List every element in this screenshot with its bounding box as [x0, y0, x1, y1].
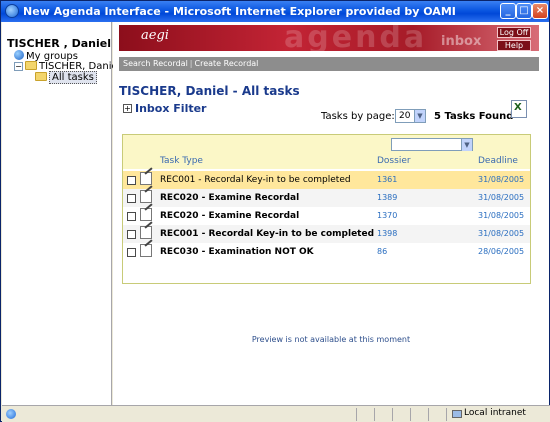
deadline: 28/06/2005: [478, 247, 525, 256]
status-divider: [410, 408, 411, 421]
inbox-filter-label[interactable]: Inbox Filter: [135, 102, 206, 115]
table-row[interactable]: REC001 - Recordal Key-in to be completed…: [123, 171, 530, 189]
task-type[interactable]: REC030 - Examination NOT OK: [160, 243, 314, 261]
edit-task-icon[interactable]: [140, 226, 152, 239]
brand-logo: aegi: [141, 28, 169, 43]
window-title: New Agenda Interface - Microsoft Interne…: [23, 5, 456, 18]
logoff-button[interactable]: Log Off: [497, 27, 531, 38]
page-status-icon: [6, 409, 16, 419]
page-title: TISCHER, Daniel - All tasks: [119, 84, 300, 98]
task-type[interactable]: REC020 - Examine Recordal: [160, 189, 299, 207]
tree-item-all-tasks[interactable]: All tasks: [35, 71, 97, 84]
collapse-icon[interactable]: −: [14, 62, 23, 71]
navigation-pane: TISCHER , Daniel My groups − TISCHER, Dan…: [2, 22, 120, 405]
dossier-link[interactable]: 86: [377, 243, 387, 261]
main-content: aegi agenda inbox Log Off Help Search Re…: [113, 22, 549, 405]
task-table: ▼ Task Type Dossier Deadline REC001 - Re…: [122, 134, 531, 284]
row-checkbox[interactable]: [127, 230, 136, 239]
column-header-dossier[interactable]: Dossier: [377, 153, 411, 169]
edit-task-icon[interactable]: [140, 244, 152, 257]
dossier-filter-select[interactable]: ▼: [391, 138, 473, 151]
user-name: TISCHER , Daniel: [7, 37, 112, 50]
preview-message: Preview is not available at this moment: [251, 335, 411, 344]
status-divider: [428, 408, 429, 421]
header-banner: aegi agenda inbox Log Off Help: [119, 25, 539, 51]
browser-window: New Agenda Interface - Microsoft Interne…: [0, 0, 550, 422]
deadline: 31/08/2005: [478, 193, 525, 202]
dossier-link[interactable]: 1398: [377, 225, 397, 243]
minimize-button[interactable]: _: [500, 3, 516, 19]
menu-bar: Search Recordal | Create Recordal: [119, 57, 539, 71]
deadline: 31/08/2005: [478, 211, 525, 220]
banner-inbox: inbox: [441, 34, 482, 49]
status-divider: [374, 408, 375, 421]
task-type[interactable]: REC001 - Recordal Key-in to be completed: [160, 171, 351, 189]
title-bar: New Agenda Interface - Microsoft Interne…: [1, 1, 549, 22]
status-divider: [356, 408, 357, 421]
table-row[interactable]: REC020 - Examine Recordal 1389 31/08/200…: [123, 189, 530, 207]
task-type[interactable]: REC001 - Recordal Key-in to be completed: [160, 225, 374, 243]
folder-open-icon: [35, 72, 47, 81]
tasks-per-page-value: 20: [399, 111, 411, 121]
table-header: Task Type Dossier Deadline: [123, 153, 530, 169]
table-filter-row: ▼: [123, 135, 530, 153]
row-checkbox[interactable]: [127, 212, 136, 221]
edit-task-icon[interactable]: [140, 190, 152, 203]
internet-explorer-icon: [5, 4, 19, 18]
folder-icon: [25, 61, 37, 70]
tasks-per-page-select[interactable]: 20 ▼: [395, 109, 426, 123]
column-header-deadline[interactable]: Deadline: [478, 153, 518, 169]
dossier-link[interactable]: 1389: [377, 189, 397, 207]
expand-filter-icon[interactable]: +: [123, 104, 132, 113]
tasks-by-page-label: Tasks by page:: [321, 111, 395, 122]
maximize-button[interactable]: □: [516, 3, 532, 19]
status-divider: [446, 408, 447, 421]
close-button[interactable]: ×: [532, 3, 548, 19]
intranet-zone-icon: [452, 410, 462, 418]
menu-item-create-recordal[interactable]: Create Recordal: [195, 59, 259, 68]
help-button[interactable]: Help: [497, 40, 531, 51]
chevron-down-icon[interactable]: ▼: [414, 110, 425, 122]
tree-item-label: All tasks: [49, 71, 97, 84]
dossier-link[interactable]: 1370: [377, 207, 397, 225]
excel-export-icon[interactable]: [511, 100, 527, 118]
deadline: 31/08/2005: [478, 229, 525, 238]
status-bar: Local intranet: [2, 405, 550, 422]
task-type[interactable]: REC020 - Examine Recordal: [160, 207, 299, 225]
menu-item-search-recordal[interactable]: Search Recordal: [123, 59, 188, 68]
row-checkbox[interactable]: [127, 176, 136, 185]
edit-task-icon[interactable]: [140, 208, 152, 221]
dossier-link[interactable]: 1361: [377, 171, 397, 189]
table-row[interactable]: REC001 - Recordal Key-in to be completed…: [123, 225, 530, 243]
status-divider: [392, 408, 393, 421]
chevron-down-icon[interactable]: ▼: [461, 139, 472, 151]
banner-watermark: agenda: [284, 25, 428, 51]
column-header-task-type[interactable]: Task Type: [160, 153, 203, 169]
row-checkbox[interactable]: [127, 194, 136, 203]
menu-separator: |: [189, 59, 193, 68]
edit-task-icon[interactable]: [140, 172, 152, 185]
deadline: 31/08/2005: [478, 175, 525, 184]
table-row[interactable]: REC020 - Examine Recordal 1370 31/08/200…: [123, 207, 530, 225]
globe-icon: [14, 50, 24, 60]
row-checkbox[interactable]: [127, 248, 136, 257]
tasks-found-count: 5 Tasks Found: [434, 111, 514, 122]
security-zone-label: Local intranet: [464, 408, 526, 418]
table-row[interactable]: REC030 - Examination NOT OK 86 28/06/200…: [123, 243, 530, 261]
